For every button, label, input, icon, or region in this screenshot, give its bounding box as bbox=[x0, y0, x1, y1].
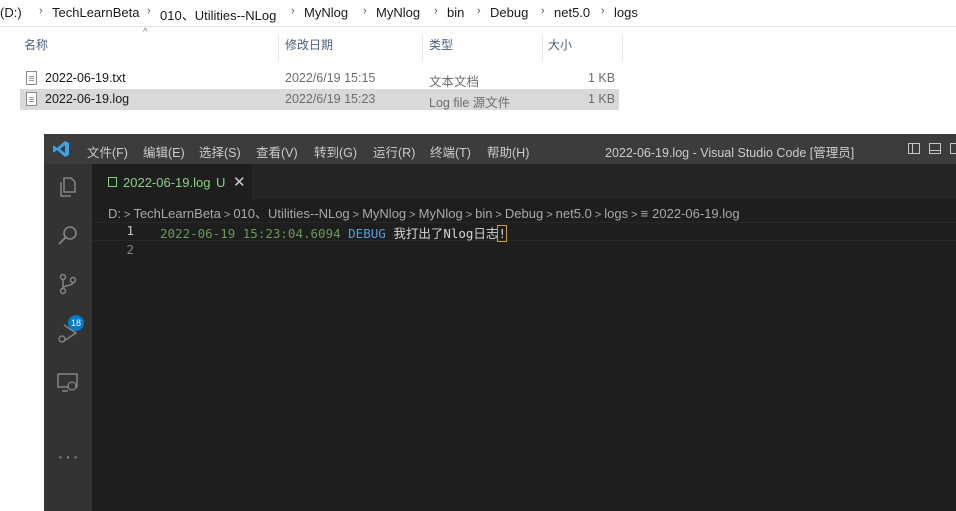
log-file-icon bbox=[26, 92, 37, 106]
breadcrumb-item[interactable]: logs bbox=[604, 206, 628, 221]
log-timestamp: 2022-06-19 15:23:04.6094 bbox=[160, 226, 341, 241]
menu-view[interactable]: 查看(V) bbox=[256, 142, 298, 161]
explorer-icon[interactable] bbox=[56, 175, 80, 199]
line-number: 2 bbox=[126, 242, 134, 257]
toggle-panel-icon[interactable] bbox=[929, 143, 941, 154]
close-icon[interactable]: ✕ bbox=[233, 173, 246, 191]
vscode-logo-icon bbox=[53, 141, 69, 157]
title-bar[interactable]: 文件(F) 编辑(E) 选择(S) 查看(V) 转到(G) 运行(R) 终端(T… bbox=[44, 134, 956, 164]
text-file-icon bbox=[26, 71, 37, 85]
column-divider[interactable] bbox=[422, 34, 423, 62]
column-divider[interactable] bbox=[278, 34, 279, 62]
remote-explorer-icon[interactable] bbox=[56, 370, 80, 394]
breadcrumb-item[interactable]: net5.0 bbox=[556, 206, 592, 221]
log-file-icon bbox=[108, 177, 117, 187]
bracket-highlight: ! bbox=[497, 225, 507, 242]
file-modified: 2022/6/19 15:15 bbox=[285, 71, 376, 85]
breadcrumb-item[interactable]: bin bbox=[475, 206, 492, 221]
chevron-right-icon: > bbox=[594, 209, 602, 221]
breadcrumb-item[interactable]: D: bbox=[108, 206, 121, 221]
editor-breadcrumb: D: > TechLearnBeta >010、Utilities--NLog > MyN… bbox=[108, 203, 740, 222]
column-header-size[interactable]: 大小 bbox=[548, 36, 572, 62]
breadcrumb-item[interactable]: 010、Utilities--NLog bbox=[233, 206, 349, 221]
column-divider[interactable] bbox=[622, 34, 623, 62]
breadcrumb-item[interactable]: TechLearnBeta bbox=[52, 5, 139, 20]
tab-log-file[interactable]: 2022-06-19.log U ✕ bbox=[92, 164, 252, 199]
window-title: 2022-06-19.log - Visual Studio Code [管理员… bbox=[605, 146, 855, 160]
log-message: 我打出了Nlog日志 bbox=[393, 226, 499, 241]
breadcrumb-separator-icon: › bbox=[39, 5, 43, 17]
file-name: 2022-06-19.txt bbox=[45, 71, 126, 85]
untracked-status: U bbox=[216, 175, 226, 190]
breadcrumb-drive[interactable]: (D:) bbox=[0, 5, 22, 20]
toggle-secondary-sidebar-icon[interactable] bbox=[950, 143, 956, 154]
column-header-type[interactable]: 类型 bbox=[429, 36, 453, 62]
menu-file[interactable]: 文件(F) bbox=[87, 142, 128, 161]
breadcrumb-separator-icon: › bbox=[541, 5, 545, 17]
column-header-modified[interactable]: 修改日期 bbox=[285, 36, 333, 62]
breadcrumb-file[interactable]: 2022-06-19.log bbox=[652, 206, 739, 221]
tab-label: 2022-06-19.log bbox=[123, 175, 211, 190]
sort-ascending-icon: ^ bbox=[143, 27, 148, 38]
address-bar[interactable]: (D:) › TechLearnBeta › 010、Utilities--NL… bbox=[0, 0, 956, 27]
chevron-right-icon: > bbox=[409, 209, 416, 221]
chevron-right-icon: > bbox=[495, 209, 502, 221]
column-divider[interactable] bbox=[542, 34, 543, 62]
column-header-name[interactable]: 名称 bbox=[24, 36, 48, 62]
breadcrumb-separator-icon: › bbox=[601, 5, 605, 17]
breadcrumb-item[interactable]: MyNlog bbox=[304, 5, 348, 20]
menu-help[interactable]: 帮助(H) bbox=[487, 142, 529, 161]
file-size: 1 KB bbox=[588, 71, 616, 85]
breadcrumb-item[interactable]: MyNlog bbox=[362, 206, 406, 221]
breadcrumb-separator-icon: › bbox=[434, 5, 438, 17]
toggle-sidebar-icon[interactable] bbox=[908, 143, 920, 154]
breadcrumb-item[interactable]: Debug bbox=[490, 5, 528, 20]
breadcrumb-item[interactable]: logs bbox=[614, 5, 638, 20]
file-modified: 2022/6/19 15:23 bbox=[285, 92, 376, 106]
editor-tabs: 2022-06-19.log U ✕ bbox=[92, 164, 956, 199]
breadcrumb-separator-icon: › bbox=[291, 5, 295, 17]
file-type: Log file 源文件 bbox=[429, 96, 511, 110]
vscode-window: 文件(F) 编辑(E) 选择(S) 查看(V) 转到(G) 运行(R) 终端(T… bbox=[44, 134, 956, 511]
source-control-icon[interactable] bbox=[56, 272, 80, 296]
breadcrumb-item[interactable]: Debug bbox=[505, 206, 543, 221]
menu-terminal[interactable]: 终端(T) bbox=[430, 142, 471, 161]
log-level: DEBUG bbox=[348, 226, 386, 241]
code-line[interactable]: 2022-06-19 15:23:04.6094 DEBUG 我打出了Nlog日… bbox=[160, 223, 507, 242]
lines-file-icon: ≡ bbox=[640, 206, 649, 221]
breadcrumb-item[interactable]: MyNlog bbox=[376, 5, 420, 20]
file-size: 1 KB bbox=[588, 92, 616, 106]
chevron-right-icon: > bbox=[546, 209, 553, 221]
menu-go[interactable]: 转到(G) bbox=[314, 142, 357, 161]
breadcrumb-item[interactable]: MyNlog bbox=[419, 206, 463, 221]
file-row[interactable]: 2022-06-19.txt 2022/6/19 15:15 文本文档 1 KB bbox=[20, 68, 619, 89]
file-row-selected[interactable]: 2022-06-19.log 2022/6/19 15:23 Log file … bbox=[20, 89, 619, 110]
line-number: 1 bbox=[126, 223, 134, 238]
menu-selection[interactable]: 选择(S) bbox=[199, 142, 241, 161]
file-type: 文本文档 bbox=[429, 75, 480, 89]
file-name: 2022-06-19.log bbox=[45, 92, 130, 106]
breadcrumb-item[interactable]: 010、Utilities--NLog bbox=[160, 5, 276, 24]
breadcrumb-item[interactable]: TechLearnBeta bbox=[133, 206, 220, 221]
search-icon[interactable] bbox=[56, 224, 80, 248]
menu-edit[interactable]: 编辑(E) bbox=[143, 142, 185, 161]
more-icon[interactable]: ··· bbox=[57, 446, 80, 469]
chevron-right-icon: > bbox=[352, 209, 360, 221]
menu-run[interactable]: 运行(R) bbox=[373, 142, 415, 161]
breadcrumb-separator-icon: › bbox=[147, 5, 151, 17]
run-debug-icon[interactable] bbox=[56, 321, 80, 345]
activity-bar: 18 ··· bbox=[44, 164, 92, 511]
breadcrumb-item[interactable]: net5.0 bbox=[554, 5, 590, 20]
chevron-right-icon: > bbox=[124, 209, 131, 221]
chevron-right-icon: > bbox=[631, 209, 638, 221]
breadcrumb-separator-icon: › bbox=[477, 5, 481, 17]
chevron-right-icon: > bbox=[223, 209, 231, 221]
chevron-right-icon: > bbox=[465, 209, 473, 221]
breadcrumb-separator-icon: › bbox=[363, 5, 367, 17]
breadcrumb-item[interactable]: bin bbox=[447, 5, 464, 20]
